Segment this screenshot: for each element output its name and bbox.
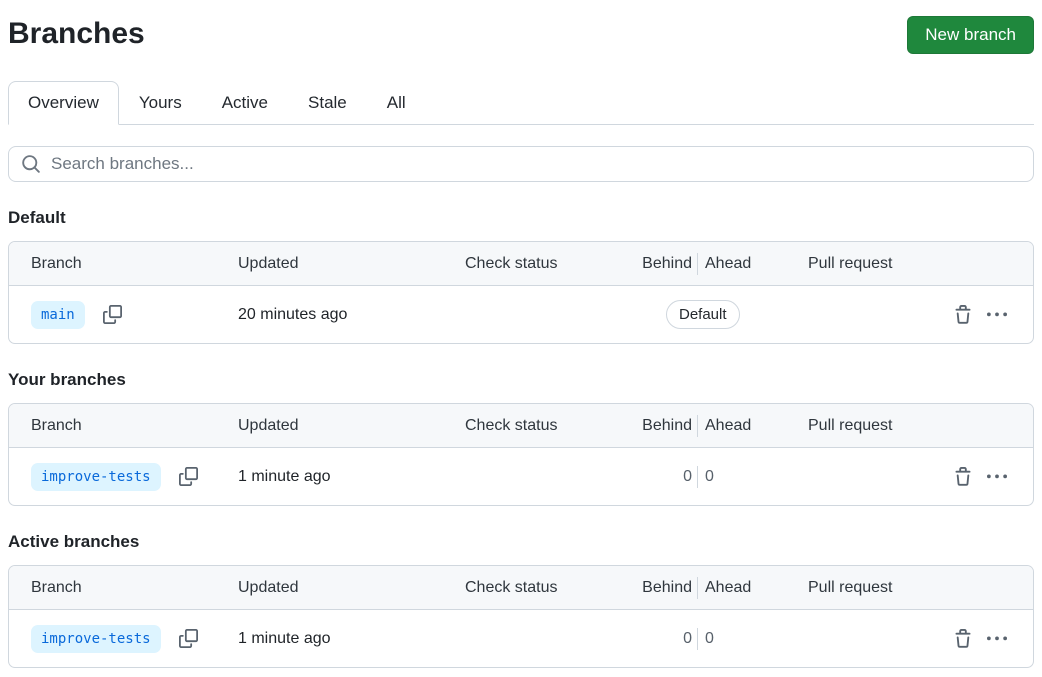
behind-count: 0 <box>638 448 698 505</box>
search-icon <box>21 154 41 174</box>
updated-cell: 20 minutes ago <box>238 305 348 323</box>
branches-table: Branch Updated Check status Behind Ahead… <box>8 241 1034 344</box>
branch-more-options-button[interactable] <box>987 305 1007 325</box>
column-branch: Branch <box>31 416 82 434</box>
delete-branch-button[interactable] <box>953 628 973 649</box>
trash-icon <box>953 628 973 649</box>
section-active-branches: Active branches Branch Updated Check sta… <box>8 530 1034 668</box>
column-behind: Behind <box>638 566 698 609</box>
pull-request-cell <box>808 610 953 667</box>
tab-stale[interactable]: Stale <box>288 80 367 124</box>
table-header-row: Branch Updated Check status Behind Ahead… <box>9 404 1033 448</box>
column-behind: Behind <box>638 404 698 447</box>
row-actions <box>953 448 1033 505</box>
branch-name-link[interactable]: improve-tests <box>31 462 161 491</box>
page-header: Branches New branch <box>8 16 1034 54</box>
kebab-horizontal-icon <box>987 629 1007 649</box>
pull-request-cell <box>808 286 953 343</box>
page-title: Branches <box>8 17 145 50</box>
copy-branch-name-button[interactable] <box>178 467 198 486</box>
section-your-branches: Your branches Branch Updated Check statu… <box>8 368 1034 506</box>
row-actions <box>953 286 1033 343</box>
delete-branch-button[interactable] <box>953 466 973 487</box>
copy-icon <box>102 305 122 324</box>
column-check-status: Check status <box>465 254 558 272</box>
table-row: main 20 minutes ago Default <box>9 286 1033 343</box>
ahead-count: 0 <box>705 629 714 647</box>
new-branch-button[interactable]: New branch <box>907 16 1034 54</box>
branch-name-link[interactable]: improve-tests <box>31 624 161 653</box>
branch-cell: improve-tests <box>9 448 238 505</box>
column-updated: Updated <box>238 254 299 272</box>
table-header-row: Branch Updated Check status Behind Ahead… <box>9 566 1033 610</box>
copy-icon <box>178 629 198 648</box>
tab-active[interactable]: Active <box>202 80 288 124</box>
column-actions <box>953 404 1033 447</box>
branch-cell: main <box>9 286 238 343</box>
column-pull-request: Pull request <box>808 578 893 596</box>
tab-yours[interactable]: Yours <box>119 80 202 124</box>
branches-tabnav: Overview Yours Active Stale All <box>8 80 1034 125</box>
branch-cell: improve-tests <box>9 610 238 667</box>
branches-table: Branch Updated Check status Behind Ahead… <box>8 565 1034 668</box>
behind-ahead-cell: Default <box>638 286 808 343</box>
branch-more-options-button[interactable] <box>987 467 1007 487</box>
updated-cell: 1 minute ago <box>238 629 331 647</box>
section-heading: Active branches <box>8 532 140 551</box>
check-status-cell <box>465 610 638 667</box>
trash-icon <box>953 304 973 325</box>
tab-all[interactable]: All <box>367 80 426 124</box>
behind-count: 0 <box>638 610 698 667</box>
table-row: improve-tests 1 minute ago 0 0 <box>9 448 1033 505</box>
column-branch: Branch <box>31 578 82 596</box>
column-updated: Updated <box>238 578 299 596</box>
check-status-cell <box>465 448 638 505</box>
check-status-cell <box>465 286 638 343</box>
section-heading: Default <box>8 208 66 227</box>
column-updated: Updated <box>238 416 299 434</box>
table-row: improve-tests 1 minute ago 0 0 <box>9 610 1033 667</box>
pull-request-cell <box>808 448 953 505</box>
column-actions <box>953 242 1033 285</box>
default-status-badge: Default <box>666 300 740 329</box>
column-pull-request: Pull request <box>808 254 893 272</box>
trash-icon <box>953 466 973 487</box>
copy-icon <box>178 467 198 486</box>
section-default: Default Branch Updated Check status Behi… <box>8 206 1034 344</box>
column-actions <box>953 566 1033 609</box>
column-ahead: Ahead <box>705 578 752 596</box>
search-branches-bar <box>8 146 1034 182</box>
column-ahead: Ahead <box>705 416 752 434</box>
column-check-status: Check status <box>465 416 558 434</box>
column-check-status: Check status <box>465 578 558 596</box>
column-pull-request: Pull request <box>808 416 893 434</box>
kebab-horizontal-icon <box>987 467 1007 487</box>
column-behind: Behind <box>638 242 698 285</box>
copy-branch-name-button[interactable] <box>178 629 198 648</box>
delete-branch-button[interactable] <box>953 304 973 325</box>
ahead-count: 0 <box>705 467 714 485</box>
copy-branch-name-button[interactable] <box>102 305 122 324</box>
branch-name-link[interactable]: main <box>31 300 85 329</box>
search-input[interactable] <box>51 154 1021 174</box>
row-actions <box>953 610 1033 667</box>
section-heading: Your branches <box>8 370 126 389</box>
table-header-row: Branch Updated Check status Behind Ahead… <box>9 242 1033 286</box>
branches-table: Branch Updated Check status Behind Ahead… <box>8 403 1034 506</box>
column-ahead: Ahead <box>705 254 752 272</box>
updated-cell: 1 minute ago <box>238 467 331 485</box>
branch-more-options-button[interactable] <box>987 629 1007 649</box>
column-branch: Branch <box>31 254 82 272</box>
branches-page: Branches New branch Overview Yours Activ… <box>0 0 1042 668</box>
kebab-horizontal-icon <box>987 305 1007 325</box>
tab-overview[interactable]: Overview <box>8 81 119 125</box>
